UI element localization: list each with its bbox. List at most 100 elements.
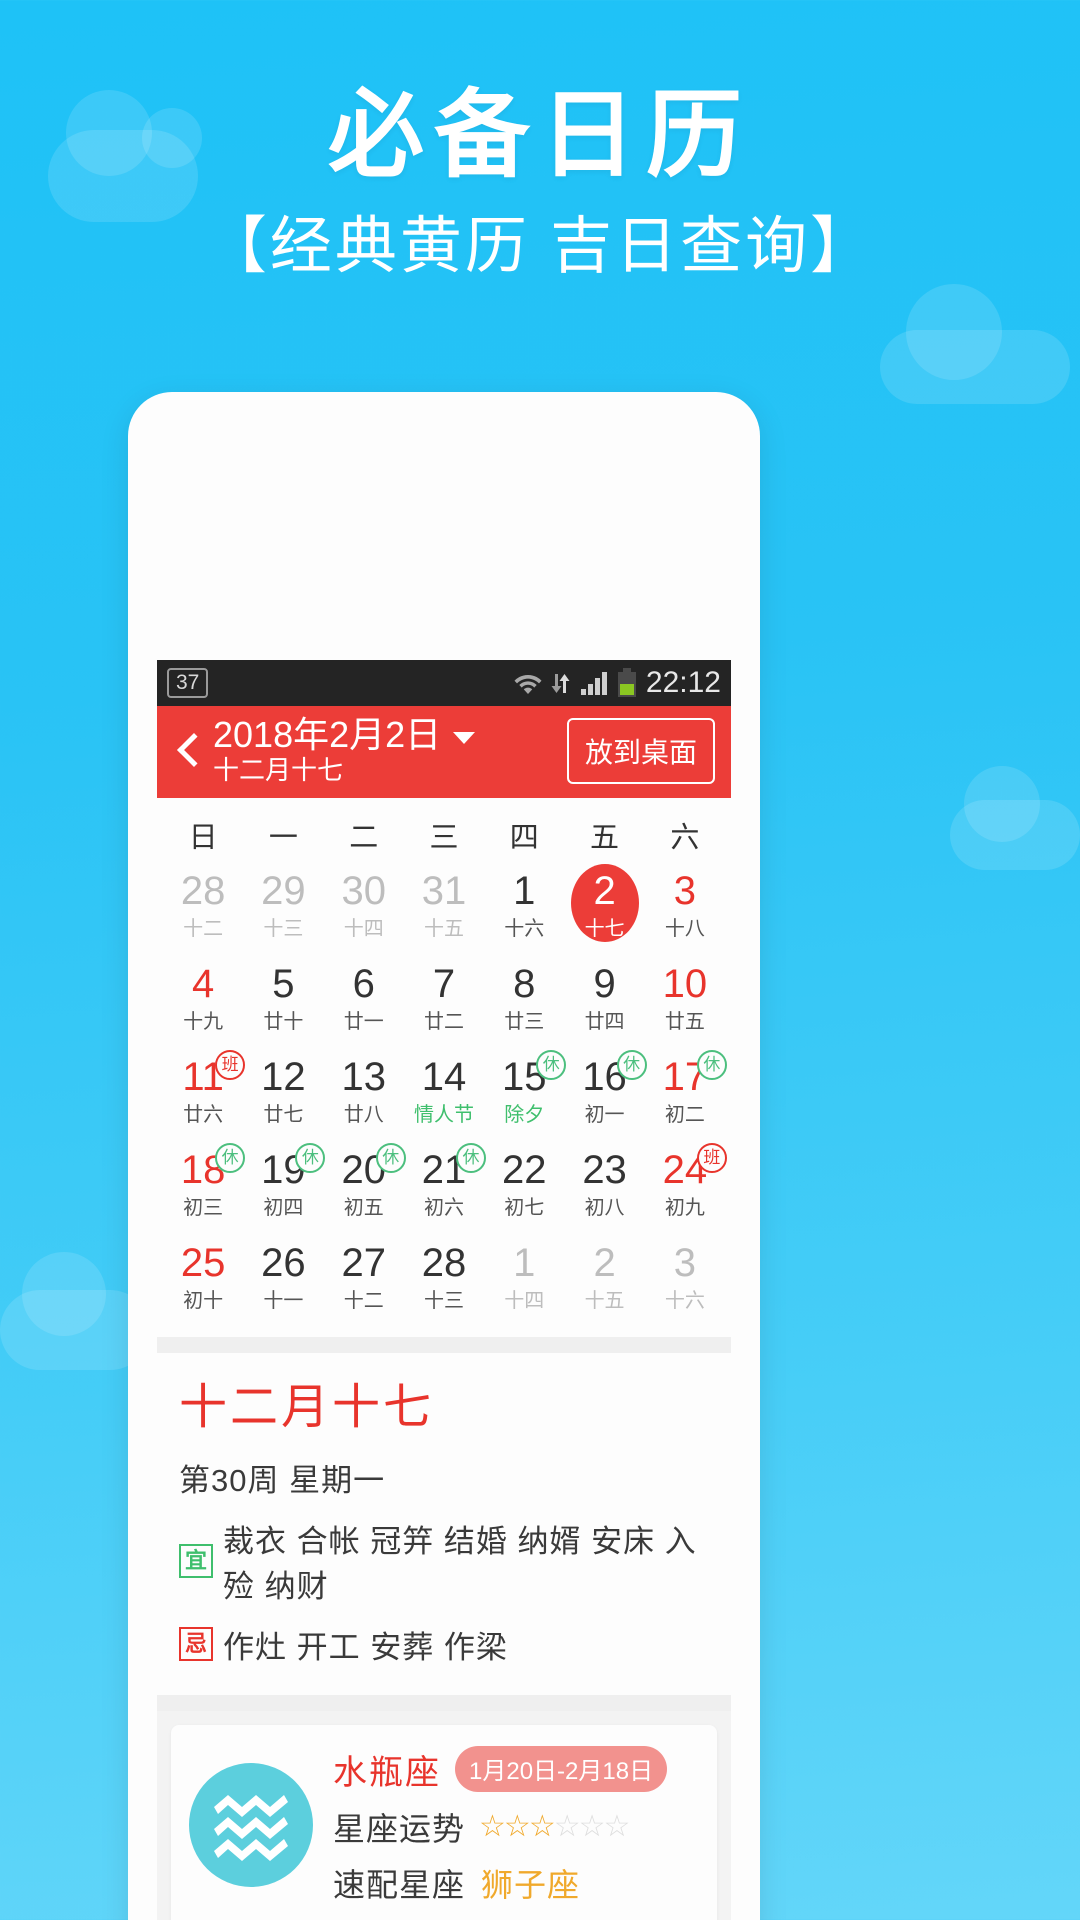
almanac-lunar-title: 十二月十七 xyxy=(179,1381,435,1434)
day-lunar-label: 十三 xyxy=(423,1290,464,1312)
day-lunar-label: 初六 xyxy=(423,1197,464,1219)
calendar-day-cell[interactable]: 7 廿二 xyxy=(404,955,484,1048)
calendar-day-cell[interactable]: 25 初十 xyxy=(163,1234,243,1327)
day-lunar-label: 初二 xyxy=(664,1104,705,1126)
calendar-day-cell[interactable]: 8 廿三 xyxy=(484,955,564,1048)
day-number: 3 xyxy=(673,869,696,913)
aquarius-icon xyxy=(214,1795,288,1862)
day-lunar-label: 十二 xyxy=(343,1290,384,1312)
calendar-day-cell[interactable]: 班 24 初九 xyxy=(645,1141,727,1234)
calendar-day-cell[interactable]: 28 十三 xyxy=(404,1234,484,1327)
calendar-day-cell[interactable]: 休 15 除夕 xyxy=(484,1048,567,1141)
chevron-down-icon[interactable] xyxy=(453,732,476,745)
calendar-day-cell[interactable]: 1 十四 xyxy=(484,1234,564,1327)
almanac-ji-row: 忌 作灶 开工 安葬 作梁 xyxy=(179,1622,709,1667)
calendar-day-cell[interactable]: 5 廿十 xyxy=(243,955,323,1048)
weekday-6: 六 xyxy=(670,822,700,854)
calendar-day-cell[interactable]: 13 廿八 xyxy=(324,1048,404,1141)
calendar-day-cell[interactable]: 12 廿七 xyxy=(243,1048,323,1141)
calendar-day-cell[interactable]: 9 廿四 xyxy=(564,955,644,1048)
add-to-desktop-button[interactable]: 放到桌面 xyxy=(566,718,715,784)
calendar-day-cell[interactable]: 4 十九 xyxy=(163,955,243,1048)
calendar-day-cell[interactable]: 3 十八 xyxy=(645,862,725,955)
day-lunar-label: 初七 xyxy=(504,1197,545,1219)
calendar-day-cell[interactable]: 休 17 初二 xyxy=(645,1048,727,1141)
calendar-day-cell[interactable]: 14 情人节 xyxy=(404,1048,484,1141)
calendar-day-cell[interactable]: 10 廿五 xyxy=(645,955,725,1048)
day-lunar-label: 初一 xyxy=(584,1104,625,1126)
day-lunar-label: 廿五 xyxy=(664,1011,705,1033)
calendar-day-cell[interactable]: 休 16 初一 xyxy=(564,1048,647,1141)
day-number: 27 xyxy=(341,1241,386,1285)
rest-day-badge: 休 xyxy=(455,1143,486,1173)
match-sign: 狮子座 xyxy=(481,1866,581,1903)
calendar-day-cell[interactable]: 28 十二 xyxy=(163,862,243,955)
calendar-day-cell[interactable]: 27 十二 xyxy=(324,1234,404,1327)
weekday-header-row: 日一二三四五六 xyxy=(163,798,725,862)
day-number: 3 xyxy=(673,1241,696,1285)
day-lunar-label: 十六 xyxy=(504,918,545,940)
phone-mockup: 37 22:12 2018年2月2日 十二月十七 放到桌面 日 一 二 三 四 … xyxy=(128,392,760,1920)
day-number: 30 xyxy=(341,869,386,913)
day-number: 12 xyxy=(261,1055,306,1099)
calendar-day-cell[interactable]: 26 十一 xyxy=(243,1234,323,1327)
calendar-week-row: 25 初十 26 十一 27 十二 28 十三 1 十四 2 十五 3 十六 xyxy=(163,1234,725,1327)
day-lunar-label: 初八 xyxy=(584,1197,625,1219)
calendar-day-cell[interactable]: 6 廿一 xyxy=(324,955,404,1048)
wifi-icon xyxy=(514,675,542,694)
horoscope-card[interactable]: 水瓶座 1月20日-2月18日 星座运势 ☆ ☆ ☆ ☆ ☆ ☆ 速配星座 狮子座 xyxy=(171,1724,717,1920)
calendar-day-cell[interactable]: 休 18 初三 xyxy=(163,1141,246,1234)
ji-key-icon: 忌 xyxy=(179,1627,213,1662)
day-number: 22 xyxy=(502,1148,547,1192)
cloud-decoration xyxy=(950,766,1080,870)
calendar-day-cell[interactable]: 2 十七 xyxy=(564,862,644,955)
day-lunar-label: 十九 xyxy=(183,1011,224,1033)
calendar-day-cell[interactable]: 休 21 初六 xyxy=(404,1141,486,1234)
calendar-day-cell[interactable]: 22 初七 xyxy=(484,1141,564,1234)
fortune-label: 星座运势 xyxy=(333,1810,466,1847)
calendar-day-cell[interactable]: 2 十五 xyxy=(564,1234,644,1327)
day-number: 10 xyxy=(662,962,708,1006)
rest-day-badge: 休 xyxy=(616,1050,647,1080)
battery-icon xyxy=(617,668,636,697)
day-lunar-label: 廿十 xyxy=(263,1011,304,1033)
star-icon: ☆ xyxy=(603,1809,631,1843)
day-number: 14 xyxy=(421,1055,467,1099)
star-icon: ☆ xyxy=(528,1809,556,1843)
rest-day-badge: 休 xyxy=(215,1143,246,1173)
calendar-day-cell[interactable]: 31 十五 xyxy=(404,862,484,955)
almanac-section[interactable]: 十二月十七 第30周 星期一 宜 裁衣 合帐 冠笄 结婚 纳婿 安床 入殓 纳财… xyxy=(157,1353,731,1695)
weekday-3: 三 xyxy=(429,822,459,854)
day-lunar-label: 十三 xyxy=(263,918,304,940)
day-lunar-label: 除夕 xyxy=(504,1104,545,1126)
calendar-day-cell[interactable]: 3 十六 xyxy=(645,1234,725,1327)
calendar-day-cell[interactable]: 23 初八 xyxy=(564,1141,644,1234)
promo-banner: 必备日历 【经典黄历 吉日查询】 xyxy=(0,82,1080,281)
almanac-week-line: 第30周 星期一 xyxy=(179,1462,386,1498)
rest-day-badge: 休 xyxy=(696,1050,727,1080)
weekday-1: 一 xyxy=(268,822,298,854)
day-lunar-label: 初三 xyxy=(183,1197,224,1219)
calendar-day-cell[interactable]: 休 20 初五 xyxy=(324,1141,406,1234)
calendar-week-row: 4 十九 5 廿十 6 廿一 7 廿二 8 廿三 9 廿四 10 廿五 xyxy=(163,955,725,1048)
calendar-day-cell[interactable]: 1 十六 xyxy=(484,862,564,955)
star-icon: ☆ xyxy=(578,1809,606,1843)
day-number: 8 xyxy=(513,962,536,1006)
header-date-block[interactable]: 2018年2月2日 十二月十七 xyxy=(213,715,476,787)
day-number: 1 xyxy=(513,869,536,913)
section-divider xyxy=(157,1337,731,1353)
back-chevron-icon[interactable] xyxy=(171,734,205,768)
calendar-day-cell[interactable]: 班 11 廿六 xyxy=(163,1048,246,1141)
work-day-badge: 班 xyxy=(696,1143,727,1173)
status-bar-clock: 22:12 xyxy=(645,666,721,699)
promo-title: 必备日历 xyxy=(328,82,752,189)
day-number: 6 xyxy=(352,962,375,1006)
match-label: 速配星座 xyxy=(333,1866,466,1903)
horoscope-info: 水瓶座 1月20日-2月18日 星座运势 ☆ ☆ ☆ ☆ ☆ ☆ 速配星座 狮子座 xyxy=(333,1745,699,1906)
calendar-day-cell[interactable]: 30 十四 xyxy=(324,862,404,955)
horoscope-sign: 水瓶座 xyxy=(333,1753,441,1792)
calendar-day-cell[interactable]: 休 19 初四 xyxy=(243,1141,326,1234)
day-lunar-label: 廿七 xyxy=(263,1104,304,1126)
calendar-day-cell[interactable]: 29 十三 xyxy=(243,862,323,955)
section-divider xyxy=(157,1694,731,1711)
